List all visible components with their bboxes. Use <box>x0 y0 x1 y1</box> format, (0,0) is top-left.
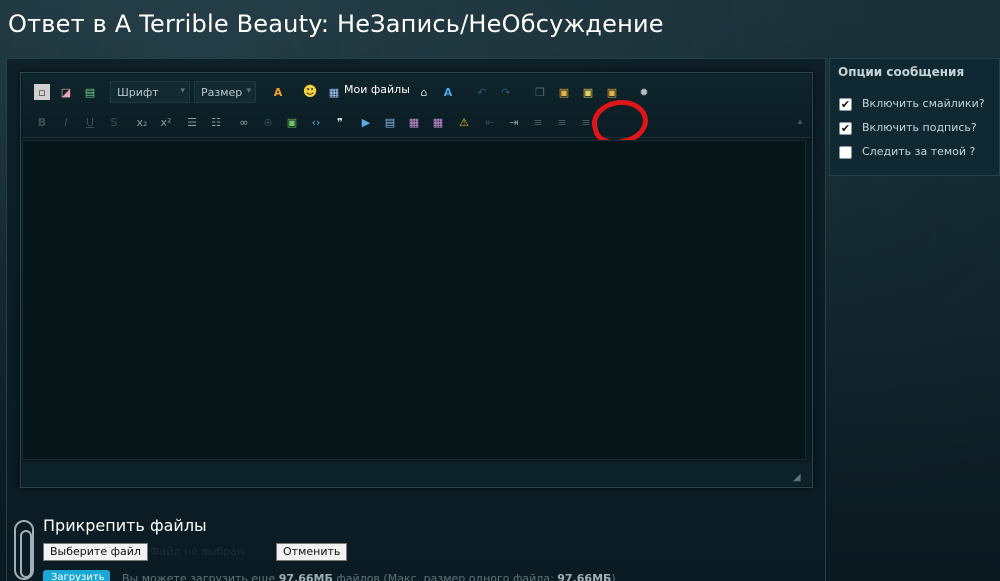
paste-word-icon[interactable]: ▣ <box>604 84 620 100</box>
undo-icon[interactable]: ↶ <box>474 84 490 100</box>
eraser-icon[interactable]: ◪ <box>58 84 74 100</box>
size-select-label: Размер <box>201 86 243 99</box>
image-icon[interactable]: ▤ <box>82 84 98 100</box>
resize-handle-icon[interactable]: ◢ <box>793 472 803 483</box>
upload-info-middle: файлов (Макс. размер одного файла: <box>336 572 554 581</box>
source-icon[interactable]: ▫ <box>34 84 50 100</box>
outdent-icon[interactable]: ⇤ <box>482 114 498 130</box>
copy-icon[interactable]: ❐ <box>532 84 548 100</box>
chevron-down-icon: ▾ <box>246 86 251 96</box>
upload-button[interactable]: Загрузить <box>43 570 110 581</box>
option-smilies[interactable]: ✔ Включить смайлики? <box>839 97 999 113</box>
my-files-button[interactable]: Мои файлы <box>344 83 410 96</box>
toolbar-row-2: B I U S x₂ x² ☰ ☷ ∞ ⊕ ▣ ‹› ❞ ▶ ▤ ▦ ▦ ⚠ ⇤… <box>22 110 811 134</box>
option-signature[interactable]: ✔ Включить подпись? <box>839 121 999 137</box>
size-select[interactable]: Размер ▾ <box>194 81 256 103</box>
checkbox-subscribe[interactable] <box>839 146 852 159</box>
option-subscribe[interactable]: Следить за темой ? <box>839 145 999 161</box>
option-label: Следить за темой ? <box>862 145 976 158</box>
table-icon[interactable]: ▤ <box>382 114 398 130</box>
code-icon[interactable]: ‹› <box>308 114 324 130</box>
upload-max: 97.66МБ <box>557 572 612 581</box>
settings-icon[interactable]: ✹ <box>636 84 652 100</box>
paste-text-icon[interactable]: ▣ <box>580 84 596 100</box>
no-file-label: Файл не выбран <box>150 545 245 558</box>
align-center-icon[interactable]: ≡ <box>554 114 570 130</box>
warning-icon[interactable]: ⚠ <box>456 114 472 130</box>
unlink-icon[interactable]: ⊕ <box>260 114 276 130</box>
page-title: Ответ в A Terrible Beauty: НеЗапись/НеОб… <box>8 10 664 38</box>
upload-info: Вы можете загрузить еще 97.66МБ файлов (… <box>122 572 616 581</box>
subscript-icon[interactable]: x₂ <box>134 114 150 130</box>
paste-icon[interactable]: ▣ <box>556 84 572 100</box>
message-textarea[interactable] <box>22 140 806 460</box>
strike-icon[interactable]: S <box>106 114 122 130</box>
table2-icon[interactable]: ▦ <box>406 114 422 130</box>
indent-icon[interactable]: ⇥ <box>506 114 522 130</box>
editor-statusbar <box>22 462 811 486</box>
smiley-icon[interactable]: ☻ <box>302 84 318 100</box>
media-icon[interactable]: ▶ <box>358 114 374 130</box>
editor-toolbar: ▫ ◪ ▤ Шрифт ▾ Размер ▾ A ☻ ▦ Мои файлы ⌂… <box>22 74 811 138</box>
option-label: Включить смайлики? <box>862 97 985 110</box>
option-label: Включить подпись? <box>862 121 977 134</box>
font-select-label: Шрифт <box>117 86 159 99</box>
upload-info-suffix: ) <box>611 572 616 581</box>
toolbar-collapse-icon[interactable]: ▴ <box>792 114 808 130</box>
picture-icon[interactable]: ▣ <box>284 114 300 130</box>
checkbox-smilies[interactable]: ✔ <box>839 98 852 111</box>
paperclip-icon <box>14 520 34 580</box>
font-select[interactable]: Шрифт ▾ <box>110 81 190 103</box>
upload-info-prefix: Вы можете загрузить еще <box>122 572 276 581</box>
table3-icon[interactable]: ▦ <box>430 114 446 130</box>
redo-icon[interactable]: ↷ <box>498 84 514 100</box>
home-icon[interactable]: ⌂ <box>416 84 432 100</box>
align-left-icon[interactable]: ≡ <box>530 114 546 130</box>
message-options-panel: Опции сообщения ✔ Включить смайлики? ✔ В… <box>829 58 1000 176</box>
checkbox-signature[interactable]: ✔ <box>839 122 852 135</box>
choose-file-button[interactable]: Выберите файл <box>43 543 148 561</box>
number-list-icon[interactable]: ☷ <box>208 114 224 130</box>
font-color-icon[interactable]: A <box>270 84 286 100</box>
italic-icon[interactable]: I <box>58 114 74 130</box>
link-icon[interactable]: ∞ <box>236 114 252 130</box>
quote-icon[interactable]: ❞ <box>332 114 348 130</box>
sidebar-title: Опции сообщения <box>838 65 965 79</box>
spellcheck-icon[interactable]: A <box>440 84 456 100</box>
bullet-list-icon[interactable]: ☰ <box>184 114 200 130</box>
bold-icon[interactable]: B <box>34 114 50 130</box>
files-icon[interactable]: ▦ <box>326 84 342 100</box>
attach-files-title: Прикрепить файлы <box>43 516 207 535</box>
cancel-button[interactable]: Отменить <box>276 543 348 561</box>
underline-icon[interactable]: U <box>82 114 98 130</box>
toolbar-row-1: ▫ ◪ ▤ Шрифт ▾ Размер ▾ A ☻ ▦ Мои файлы ⌂… <box>22 80 811 104</box>
upload-remaining: 97.66МБ <box>278 572 333 581</box>
chevron-down-icon: ▾ <box>180 86 185 96</box>
superscript-icon[interactable]: x² <box>158 114 174 130</box>
